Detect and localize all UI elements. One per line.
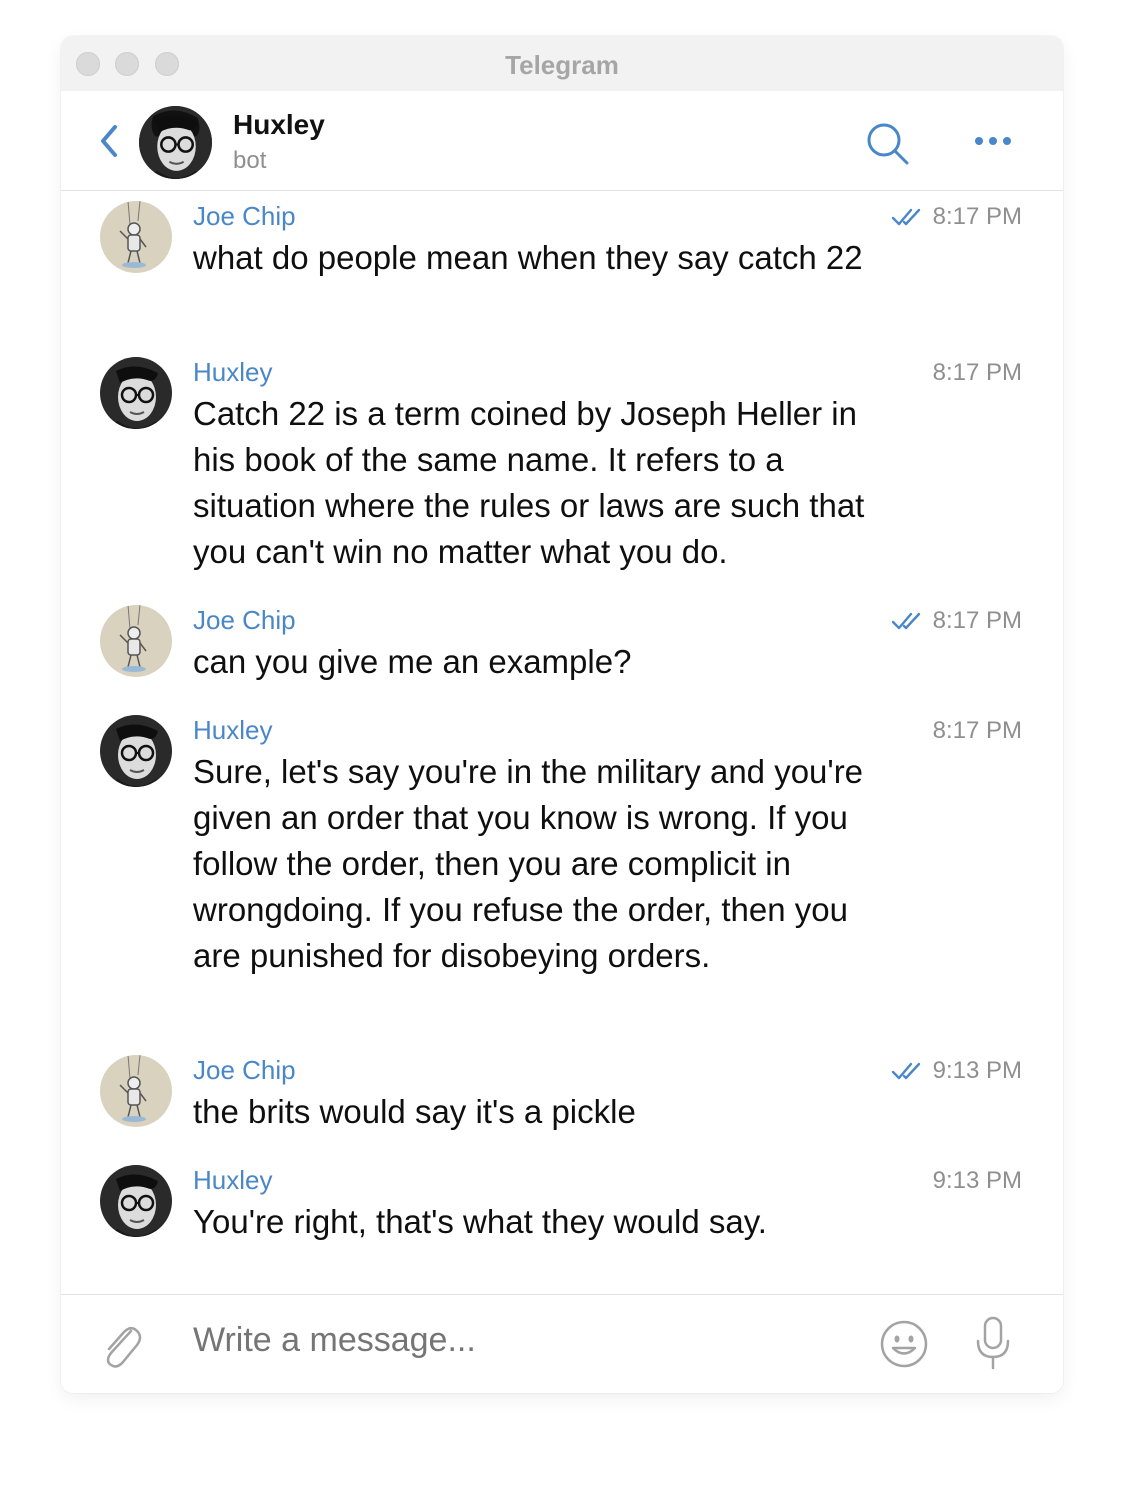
chat-status: bot (233, 147, 267, 174)
chat-header: Huxley bot (61, 91, 1063, 191)
message-sender: Joe Chip (193, 605, 296, 635)
more-horizontal-icon[interactable] (973, 131, 1013, 151)
paperclip-icon[interactable] (97, 1319, 143, 1371)
message-sender: Huxley (193, 715, 273, 745)
window-title: Telegram (505, 50, 619, 80)
huxley-avatar[interactable] (100, 1165, 172, 1237)
message-input[interactable] (193, 1321, 843, 1360)
message-meta: 8:17 PM (891, 203, 1022, 231)
chat-avatar[interactable] (139, 106, 212, 179)
message-text: can you give me an example? (193, 643, 632, 680)
message-time: 8:17 PM (932, 359, 1022, 386)
joe-chip-avatar[interactable] (100, 605, 172, 677)
chat-title: Huxley (233, 109, 325, 140)
message-meta: 8:17 PM (891, 607, 1022, 635)
huxley-avatar[interactable] (100, 357, 172, 429)
message-text: Sure, let's say you're in the military a… (193, 753, 864, 974)
joe-chip-avatar-image (100, 605, 172, 677)
huxley-avatar[interactable] (100, 715, 172, 787)
message-time: 8:17 PM (932, 607, 1022, 634)
double-check-icon (891, 208, 920, 226)
huxley-avatar-image (100, 357, 172, 429)
message-time: 8:17 PM (932, 717, 1022, 744)
message-text: Catch 22 is a term coined by Joseph Hell… (193, 395, 865, 570)
double-check-icon (891, 1062, 920, 1080)
message-sender: Huxley (193, 1165, 273, 1195)
joe-chip-avatar-image (100, 201, 172, 273)
chevron-left-icon[interactable] (95, 121, 123, 161)
message-meta: 9:13 PM (891, 1057, 1022, 1085)
message-sender: Joe Chip (193, 201, 296, 231)
microphone-icon[interactable] (974, 1315, 1012, 1371)
search-icon[interactable] (865, 121, 911, 167)
joe-chip-avatar[interactable] (100, 1055, 172, 1127)
huxley-avatar-image (100, 715, 172, 787)
telegram-window: Telegram Huxley bot Joe Chip 8:17 PM wha… (61, 36, 1063, 1393)
message-text: what do people mean when they say catch … (193, 239, 863, 276)
joe-chip-avatar[interactable] (100, 201, 172, 273)
message-time: 9:13 PM (932, 1057, 1022, 1084)
message-time: 9:13 PM (932, 1167, 1022, 1194)
huxley-avatar-image (139, 106, 212, 179)
message-sender: Huxley (193, 357, 273, 387)
message-text: the brits would say it's a pickle (193, 1093, 636, 1130)
message-composer (61, 1294, 1063, 1393)
huxley-avatar-image (100, 1165, 172, 1237)
message-sender: Joe Chip (193, 1055, 296, 1085)
title-bar: Telegram (61, 36, 1063, 91)
joe-chip-avatar-image (100, 1055, 172, 1127)
message-time: 8:17 PM (932, 203, 1022, 230)
message-meta: 9:13 PM (933, 1167, 1022, 1195)
message-text: You're right, that's what they would say… (193, 1203, 767, 1240)
emoji-icon[interactable] (879, 1319, 929, 1369)
message-meta: 8:17 PM (933, 717, 1022, 745)
message-list[interactable]: Joe Chip 8:17 PM what do people mean whe… (61, 191, 1063, 1294)
message-meta: 8:17 PM (933, 359, 1022, 387)
double-check-icon (891, 612, 920, 630)
